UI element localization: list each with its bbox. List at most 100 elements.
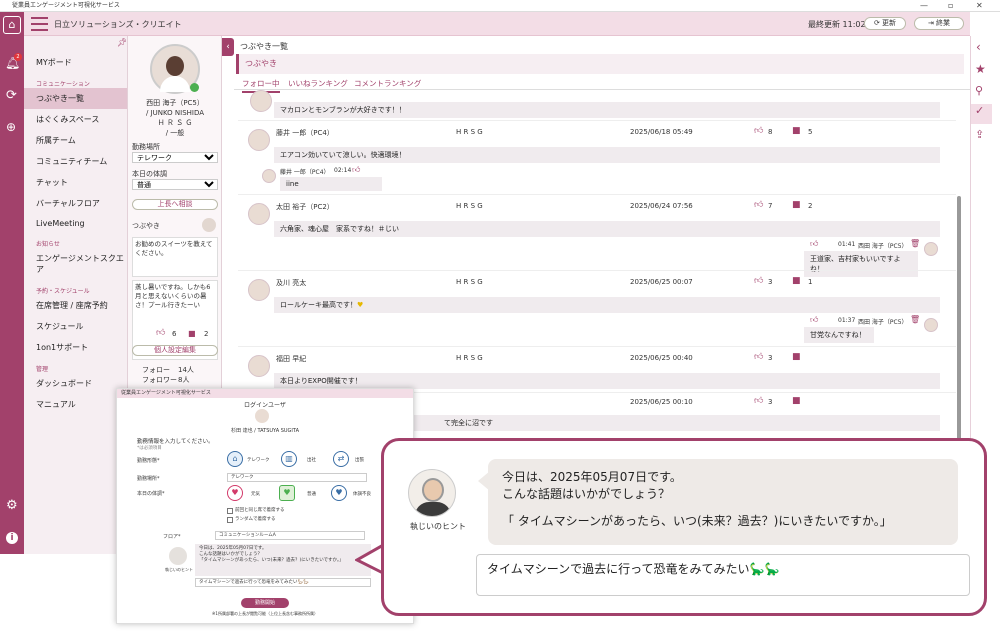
collapse-panel-button[interactable]: ‹ xyxy=(222,38,234,56)
thumbs-up-icon[interactable]: 👍︎ xyxy=(754,396,763,406)
trash-icon[interactable]: 🗑︎ xyxy=(910,315,920,324)
comment-icon[interactable]: ■ xyxy=(792,352,801,362)
comment-icon[interactable]: ■ xyxy=(792,126,801,136)
thumbs-up-icon[interactable]: 👍︎ xyxy=(810,239,818,249)
notification-badge: 2 xyxy=(14,53,22,61)
post-date: 2025/06/25 00:40 xyxy=(630,354,693,362)
reply-time: 01:41 xyxy=(838,241,856,248)
post-text: 六角家、魂心屋 家系ですね！＃じい xyxy=(274,221,940,237)
login-user-name: 杉田 達也 / TATSUYA SUGITA xyxy=(231,428,299,434)
reply-author: 藤井 一郎（PC4） xyxy=(280,169,330,176)
thumbs-up-icon[interactable]: 👍︎ xyxy=(754,126,763,136)
thumbs-up-icon[interactable]: 👍︎ xyxy=(754,200,763,210)
user-search-icon[interactable]: ⚲ xyxy=(975,84,983,97)
condition-bad-icon[interactable]: ♥ xyxy=(331,485,347,501)
thumbs-up-icon[interactable]: 👍︎ xyxy=(156,328,165,338)
nav-item-community[interactable]: コミュニティチーム xyxy=(24,151,127,172)
hint-callout: 執じいのヒント 今日は、2025年05月07日です。 こんな話題はいかがでしょう… xyxy=(381,438,987,616)
globe-icon[interactable]: ⊕ xyxy=(6,120,16,134)
like-count: 3 xyxy=(768,398,773,406)
post-avatar[interactable] xyxy=(248,203,270,225)
work-place-select[interactable]: テレワーク xyxy=(227,473,367,482)
end-work-button[interactable]: ⇥ 終業 xyxy=(914,17,964,30)
close-button[interactable]: ✕ xyxy=(976,0,983,11)
reply-avatar[interactable] xyxy=(924,318,938,332)
post-avatar[interactable] xyxy=(248,279,270,301)
reply-author: 西田 海子（PC5） xyxy=(858,319,908,326)
follow-label: フォロー xyxy=(142,366,170,374)
office-icon[interactable]: ▥ xyxy=(281,451,297,467)
nav-item-manual[interactable]: マニュアル xyxy=(24,394,127,415)
same-seat-checkbox[interactable] xyxy=(227,508,233,514)
consult-manager-button[interactable]: 上長へ相談 xyxy=(132,199,218,210)
minimize-button[interactable]: — xyxy=(920,0,928,11)
comment-icon[interactable]: ■ xyxy=(188,329,196,338)
post-author[interactable]: 及川 亮太 xyxy=(276,278,306,288)
business-trip-icon[interactable]: ⇄ xyxy=(333,451,349,467)
popup-footer: ※1所属部署の上長が閲覧可能（上位上長含む事務所所属） xyxy=(212,611,318,616)
post-avatar[interactable] xyxy=(248,129,270,151)
post-avatar[interactable] xyxy=(248,355,270,377)
follow-count[interactable]: 14人 xyxy=(178,365,194,375)
like-count: 3 xyxy=(768,278,773,286)
reply-text: iine xyxy=(280,177,382,191)
nav-myboard[interactable]: MYボード xyxy=(24,52,127,73)
comment-icon[interactable]: ■ xyxy=(792,396,801,406)
nav-item-virtual-floor[interactable]: バーチャルフロア xyxy=(24,193,127,214)
telework-icon[interactable]: ⌂ xyxy=(227,451,243,467)
pin-icon[interactable]: 📌︎ xyxy=(117,38,127,47)
condition-good-icon[interactable]: ♥ xyxy=(227,485,243,501)
maximize-button[interactable]: ▫ xyxy=(948,0,953,11)
nav-item-chat[interactable]: チャット xyxy=(24,172,127,193)
comment-icon[interactable]: ■ xyxy=(792,276,801,286)
post-avatar[interactable] xyxy=(250,90,272,112)
follower-count[interactable]: 8人 xyxy=(178,375,189,385)
post-author[interactable]: 太田 裕子（PC2） xyxy=(276,202,334,212)
thumbs-up-icon[interactable]: 👍︎ xyxy=(352,165,360,175)
nav-item-schedule[interactable]: スケジュール xyxy=(24,316,127,337)
comment-icon[interactable]: ■ xyxy=(792,200,801,210)
hint-answer-input[interactable]: タイムマシーンで過去に行って恐竜をみてみたい🦕🦕 xyxy=(476,554,970,596)
thumbs-up-icon[interactable]: 👍︎ xyxy=(754,352,763,362)
tweet-input-1[interactable]: お勧めのスイーツを教えてください。 xyxy=(132,237,218,277)
thumbs-up-icon[interactable]: 👍︎ xyxy=(754,276,763,286)
star-icon[interactable]: ★ xyxy=(975,62,986,76)
start-work-button[interactable]: 勤務開始 xyxy=(241,598,289,608)
upload-icon[interactable]: ⇪ xyxy=(975,128,984,141)
nav-item-1on1[interactable]: 1on1サポート xyxy=(24,337,127,358)
random-seat-checkbox[interactable] xyxy=(227,517,233,523)
sync-icon[interactable]: ⟳ xyxy=(6,88,17,103)
company-name: 日立ソリューションズ・クリエイト xyxy=(54,20,182,29)
nav-item-engagement-square[interactable]: エンゲージメントスクエア xyxy=(24,248,127,280)
chevron-left-icon[interactable]: ‹ xyxy=(976,40,981,54)
hamburger-menu-icon[interactable] xyxy=(31,17,48,31)
nav-item-hagukumi[interactable]: はぐくみスペース xyxy=(24,109,127,130)
nav-item-tweets[interactable]: つぶやき一覧 xyxy=(24,88,127,109)
reply-avatar[interactable] xyxy=(262,169,276,183)
thumbs-up-icon[interactable]: 👍︎ xyxy=(810,315,818,325)
home-icon[interactable]: ⌂ xyxy=(3,16,21,34)
post-author[interactable]: 藤井 一郎（PC4） xyxy=(276,128,334,138)
tab-comment-ranking[interactable]: コメントランキング xyxy=(354,78,421,89)
refresh-button[interactable]: ⟳ 更新 xyxy=(864,17,906,30)
tab-like-ranking[interactable]: いいねランキング xyxy=(288,78,348,89)
info-icon[interactable]: i xyxy=(6,532,18,544)
reply-avatar[interactable] xyxy=(924,242,938,256)
hint-answer-input[interactable]: タイムマシーンで過去に行って恐竜をみてみたい🦕︎🦕︎ xyxy=(195,578,371,587)
nav-item-team[interactable]: 所属チーム xyxy=(24,130,127,151)
nav-item-dashboard[interactable]: ダッシュボード xyxy=(24,373,127,394)
user-check-icon[interactable]: ✓ xyxy=(971,104,992,124)
condition-select[interactable]: 普通 xyxy=(132,179,218,190)
condition-normal-icon[interactable]: ♥ xyxy=(279,485,295,501)
floor-select[interactable]: コミュニケーションルームA xyxy=(215,531,365,540)
comment-count: 2 xyxy=(204,330,209,338)
work-form-telework: テレワーク xyxy=(247,458,270,463)
nav-item-livemeeting[interactable]: LiveMeeting xyxy=(24,214,127,233)
settings-gear-icon[interactable]: ⚙ xyxy=(6,498,18,513)
edit-settings-button[interactable]: 個人設定編集 xyxy=(132,345,218,356)
work-place-select[interactable]: テレワーク xyxy=(132,152,218,163)
window-titlebar: 従業員エンゲージメント可視化サービス — ▫ ✕ xyxy=(0,0,1000,12)
post-author[interactable]: 福田 早紀 xyxy=(276,354,306,364)
trash-icon[interactable]: 🗑︎ xyxy=(910,239,920,248)
nav-item-seat[interactable]: 在席管理 / 座席予約 xyxy=(24,295,127,316)
